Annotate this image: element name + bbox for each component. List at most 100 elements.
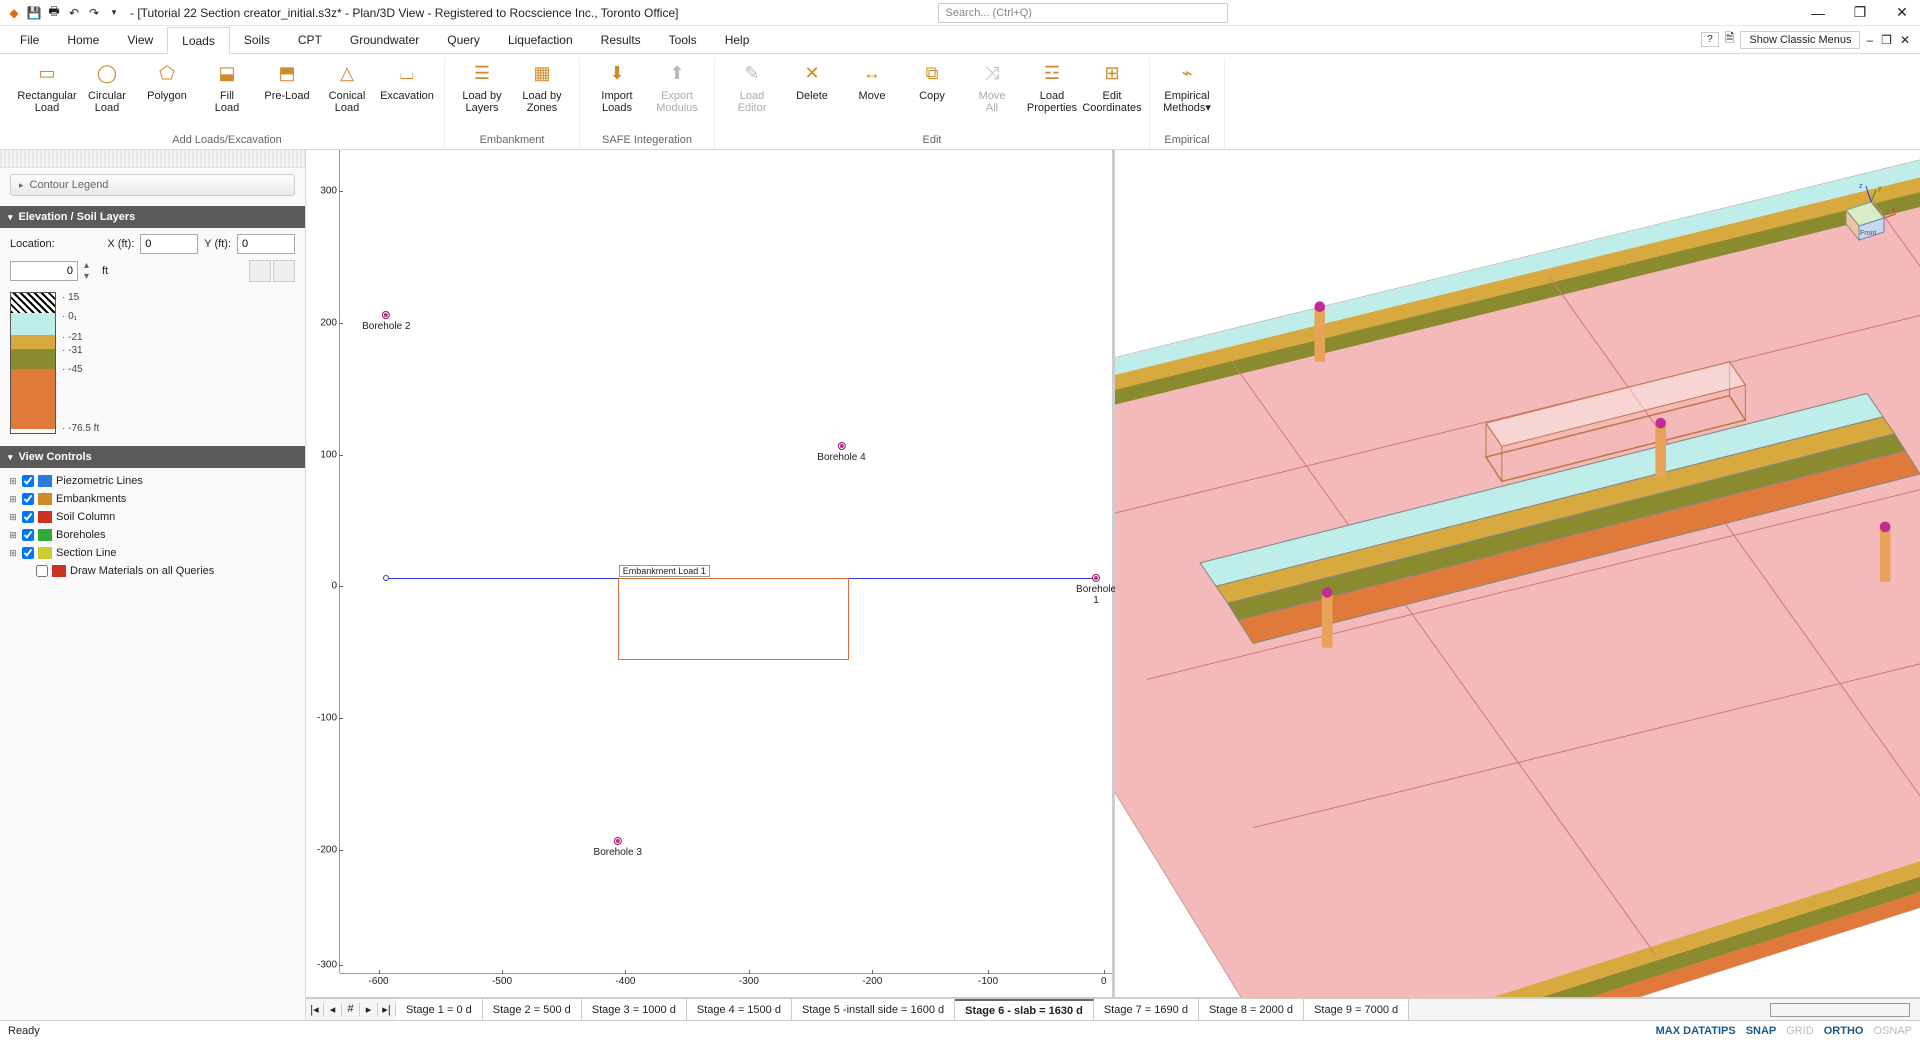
- stage-tab[interactable]: Stage 8 = 2000 d: [1199, 999, 1304, 1021]
- stage-tab[interactable]: Stage 1 = 0 d: [396, 999, 483, 1021]
- search-input[interactable]: Search... (Ctrl+Q): [938, 3, 1228, 23]
- depth-spin-up[interactable]: ▴: [84, 260, 96, 271]
- tree-node[interactable]: Draw Materials on all Queries: [8, 562, 297, 580]
- depth-spin-down[interactable]: ▾: [84, 271, 96, 282]
- plan-canvas[interactable]: Embankment Load 1 Borehole 2 Borehole 4 Bor…: [340, 150, 1112, 973]
- stage-first[interactable]: |◂: [306, 1003, 324, 1016]
- tree-checkbox[interactable]: [36, 565, 48, 577]
- status-toggle-ortho[interactable]: ORTHO: [1824, 1025, 1864, 1037]
- stage-tab[interactable]: Stage 2 = 500 d: [483, 999, 582, 1021]
- rectangular-load-button[interactable]: ▭RectangularLoad: [18, 58, 76, 116]
- y-input[interactable]: [237, 234, 295, 254]
- save-icon[interactable]: 💾: [26, 5, 42, 21]
- pick-location-button[interactable]: [249, 260, 271, 282]
- status-toggle-osnap[interactable]: OSNAP: [1873, 1025, 1912, 1037]
- help-icon[interactable]: ?: [1701, 32, 1719, 47]
- circular-load-button[interactable]: ◯CircularLoad: [78, 58, 136, 116]
- contour-legend-toggle[interactable]: ▸ Contour Legend: [10, 174, 295, 196]
- y-tick: 300: [320, 186, 337, 197]
- tree-checkbox[interactable]: [22, 511, 34, 523]
- move-button[interactable]: ↔Move: [843, 58, 901, 116]
- redo-icon[interactable]: ↷: [86, 5, 102, 21]
- close-button[interactable]: ✕: [1890, 4, 1914, 21]
- stage-tab[interactable]: Stage 6 - slab = 1630 d: [955, 999, 1094, 1021]
- load-by-layers-button[interactable]: ☰Load byLayers: [453, 58, 511, 116]
- print-icon[interactable]: 🖶: [46, 5, 62, 21]
- load-properties-button[interactable]: ☲LoadProperties: [1023, 58, 1081, 116]
- embankment-load[interactable]: Embankment Load 1: [618, 578, 849, 660]
- stage-tab[interactable]: Stage 4 = 1500 d: [687, 999, 792, 1021]
- menu-tab-liquefaction[interactable]: Liquefaction: [494, 26, 587, 53]
- empirical-methods-button[interactable]: ⌁EmpiricalMethods▾: [1158, 58, 1216, 116]
- doc-icon[interactable]: 🗎: [1725, 29, 1735, 50]
- menu-tab-query[interactable]: Query: [433, 26, 494, 53]
- stage-last[interactable]: ▸|: [378, 1003, 396, 1016]
- menu-tab-loads[interactable]: Loads: [167, 27, 230, 54]
- elevation-header[interactable]: ▾ Elevation / Soil Layers: [0, 206, 305, 228]
- mdi-close[interactable]: ✕: [1900, 33, 1912, 47]
- borehole-marker[interactable]: Borehole 4: [817, 442, 865, 463]
- conical-load-button[interactable]: △ConicalLoad: [318, 58, 376, 116]
- edit-coordinates-button[interactable]: ⊞EditCoordinates: [1083, 58, 1141, 116]
- panel-grip[interactable]: [0, 150, 305, 168]
- view-cube[interactable]: Front x y z: [1826, 180, 1896, 250]
- menu-tab-file[interactable]: File: [6, 26, 53, 53]
- menu-tab-soils[interactable]: Soils: [230, 26, 284, 53]
- borehole-marker[interactable]: Borehole 3: [594, 837, 642, 858]
- menu-tab-home[interactable]: Home: [53, 26, 113, 53]
- menu-tab-results[interactable]: Results: [587, 26, 655, 53]
- mdi-restore[interactable]: ❐: [1881, 33, 1894, 47]
- pre-load-button[interactable]: ⬒Pre-Load: [258, 58, 316, 116]
- load-by-zones-button[interactable]: ▦Load byZones: [513, 58, 571, 116]
- delete-button[interactable]: ✕Delete: [783, 58, 841, 116]
- tree-checkbox[interactable]: [22, 475, 34, 487]
- minimize-button[interactable]: —: [1806, 5, 1830, 21]
- stage-next[interactable]: ▸: [360, 1003, 378, 1016]
- tree-node[interactable]: ⊞Piezometric Lines: [8, 472, 297, 490]
- x-input[interactable]: [140, 234, 198, 254]
- import-loads-button[interactable]: ⬇ImportLoads: [588, 58, 646, 116]
- status-toggle-grid[interactable]: GRID: [1786, 1025, 1814, 1037]
- view-controls-header[interactable]: ▾ View Controls: [0, 446, 305, 468]
- stage-tab[interactable]: Stage 9 = 7000 d: [1304, 999, 1409, 1021]
- menu-tab-view[interactable]: View: [113, 26, 167, 53]
- lock-button[interactable]: [273, 260, 295, 282]
- tree-checkbox[interactable]: [22, 547, 34, 559]
- stage-minimap[interactable]: [1770, 1003, 1910, 1017]
- borehole-marker[interactable]: Borehole 2: [362, 311, 410, 332]
- mdi-minimize[interactable]: –: [1866, 33, 1875, 47]
- tree-node[interactable]: ⊞Soil Column: [8, 508, 297, 526]
- x-tick: -400: [615, 976, 635, 987]
- 3d-view[interactable]: Front x y z: [1115, 150, 1920, 997]
- menu-tab-tools[interactable]: Tools: [655, 26, 711, 53]
- y-tick: 100: [320, 449, 337, 460]
- fill-load-button[interactable]: ⬓FillLoad: [198, 58, 256, 116]
- status-toggle-max-datatips[interactable]: MAX DATATIPS: [1656, 1025, 1736, 1037]
- tree-node[interactable]: ⊞Boreholes: [8, 526, 297, 544]
- polygon-button[interactable]: ⬠Polygon: [138, 58, 196, 116]
- tree-node[interactable]: ⊞Embankments: [8, 490, 297, 508]
- plan-view[interactable]: 3002001000-100-200-300 -600-500-400-300-…: [306, 150, 1115, 997]
- view-controls-tree: ⊞Piezometric Lines⊞Embankments⊞Soil Colu…: [0, 468, 305, 584]
- tree-icon: [38, 493, 52, 505]
- tree-node[interactable]: ⊞Section Line: [8, 544, 297, 562]
- menu-tab-cpt[interactable]: CPT: [284, 26, 336, 53]
- qa-dropdown-icon[interactable]: ▾: [106, 5, 122, 21]
- stage-tab[interactable]: Stage 7 = 1690 d: [1094, 999, 1199, 1021]
- stage-tab[interactable]: Stage 3 = 1000 d: [582, 999, 687, 1021]
- menu-tab-groundwater[interactable]: Groundwater: [336, 26, 433, 53]
- stage-prev[interactable]: ◂: [324, 1003, 342, 1016]
- maximize-button[interactable]: ❐: [1848, 4, 1872, 21]
- undo-icon[interactable]: ↶: [66, 5, 82, 21]
- copy-button[interactable]: ⧉Copy: [903, 58, 961, 116]
- tree-checkbox[interactable]: [22, 493, 34, 505]
- menu-tab-help[interactable]: Help: [711, 26, 764, 53]
- show-classic-menus-button[interactable]: Show Classic Menus: [1740, 31, 1860, 49]
- excavation-button[interactable]: ⌴Excavation: [378, 58, 436, 116]
- borehole-marker[interactable]: Borehole 1: [1076, 574, 1116, 606]
- depth-input[interactable]: [10, 261, 78, 281]
- stage-menu[interactable]: #: [342, 1003, 360, 1016]
- status-toggle-snap[interactable]: SNAP: [1746, 1025, 1777, 1037]
- stage-tab[interactable]: Stage 5 -install side = 1600 d: [792, 999, 955, 1021]
- tree-checkbox[interactable]: [22, 529, 34, 541]
